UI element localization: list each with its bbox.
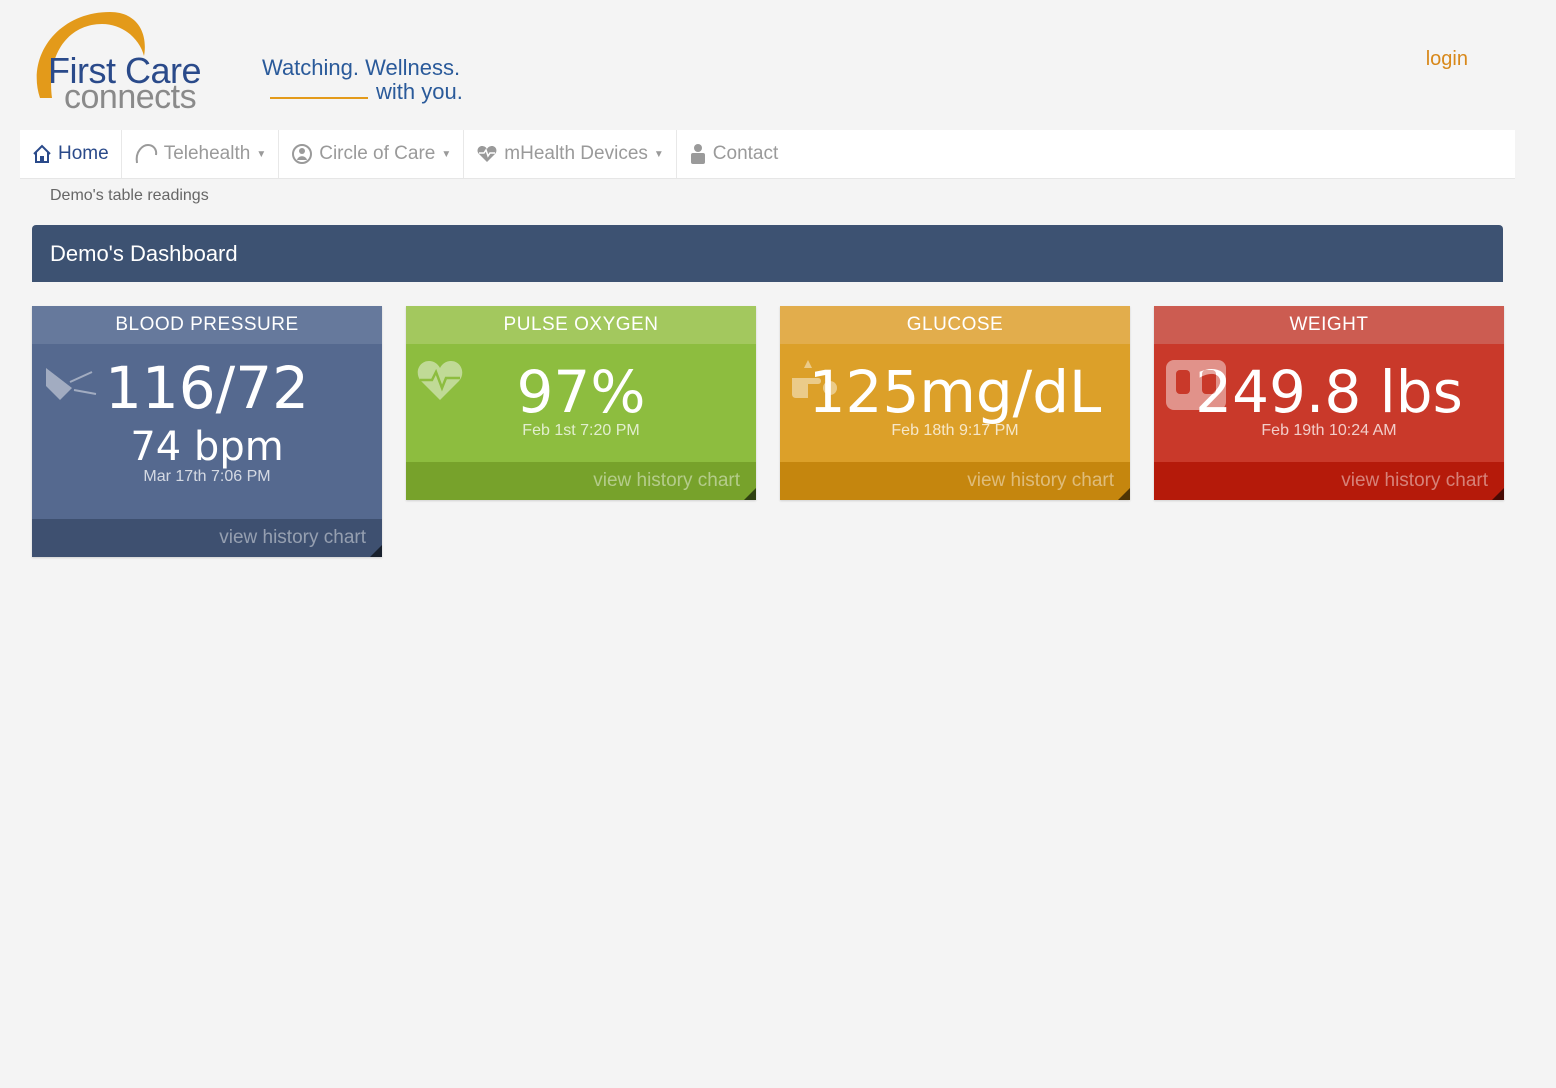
glucose-card: GLUCOSE 125mg/dL Feb 18th 9:17 PM view h… — [780, 306, 1130, 500]
heart-device-icon — [476, 144, 498, 164]
blood-pressure-cuff-icon — [42, 358, 98, 413]
tagline-underline — [270, 97, 368, 99]
nav-item-label: Home — [58, 143, 109, 164]
contact-icon — [689, 143, 707, 165]
finger-drop-icon — [790, 358, 842, 409]
card-title: GLUCOSE — [780, 306, 1130, 344]
card-body: 97% Feb 1st 7:20 PM — [406, 344, 756, 462]
corner-fold — [370, 545, 382, 557]
breadcrumb[interactable]: Demo's table readings — [50, 187, 209, 205]
scale-icon — [1164, 358, 1228, 417]
nav-item-label: Telehealth — [163, 143, 251, 164]
corner-fold — [1118, 488, 1130, 500]
view-history-chart-link[interactable]: view history chart — [32, 519, 382, 557]
home-icon — [32, 144, 52, 164]
tagline-line2: with you. — [376, 79, 463, 104]
nav-item-label: Contact — [712, 143, 779, 164]
card-body: 125mg/dL Feb 18th 9:17 PM — [780, 344, 1130, 462]
link-label: view history chart — [593, 470, 740, 491]
chevron-down-icon: ▼ — [441, 148, 452, 160]
nav-item-label: mHealth Devices — [504, 143, 648, 164]
card-title: WEIGHT — [1154, 306, 1504, 344]
weight-card: WEIGHT 249.8 lbs Feb 19th 10:24 AM view … — [1154, 306, 1504, 500]
reading-timestamp: Feb 1st 7:20 PM — [522, 422, 640, 439]
chevron-down-icon: ▼ — [653, 148, 664, 160]
link-label: view history chart — [219, 527, 366, 548]
pulse-oxygen-card: PULSE OXYGEN 97% Feb 1st 7:20 PM view hi… — [406, 306, 756, 500]
telehealth-icon — [134, 143, 158, 165]
dashboard-title: Demo's Dashboard — [32, 225, 1503, 282]
view-history-chart-link[interactable]: view history chart — [780, 462, 1130, 500]
card-title: PULSE OXYGEN — [406, 306, 756, 344]
corner-fold — [744, 488, 756, 500]
view-history-chart-link[interactable]: view history chart — [1154, 462, 1504, 500]
card-title: BLOOD PRESSURE — [32, 306, 382, 344]
nav-item-home[interactable]: Home — [20, 130, 122, 178]
chevron-down-icon: ▼ — [256, 148, 267, 160]
logo[interactable]: First Care connects — [28, 6, 228, 116]
nav-item-label: Circle of Care — [319, 143, 436, 164]
login-link[interactable]: login — [1426, 48, 1468, 71]
circle-of-care-icon — [291, 143, 313, 165]
tagline-line1: Watching. Wellness. — [262, 55, 461, 80]
main-nav: Home Telehealth ▼ Circle of Care ▼ mHeal… — [20, 130, 1515, 179]
reading-timestamp: Mar 17th 7:06 PM — [143, 468, 271, 485]
tagline: Watching. Wellness. with you. — [262, 56, 463, 104]
view-history-chart-link[interactable]: view history chart — [406, 462, 756, 500]
link-label: view history chart — [1341, 470, 1488, 491]
nav-item-telehealth[interactable]: Telehealth ▼ — [122, 130, 280, 178]
logo-text-line2: connects — [64, 78, 197, 116]
blood-pressure-card: BLOOD PRESSURE 116/72 74 bpm Mar 17th 7:… — [32, 306, 382, 557]
link-label: view history chart — [967, 470, 1114, 491]
nav-item-contact[interactable]: Contact — [677, 130, 790, 178]
pulse-value: 74 bpm — [130, 424, 284, 470]
nav-item-mhealth-devices[interactable]: mHealth Devices ▼ — [464, 130, 677, 178]
card-body: 116/72 74 bpm Mar 17th 7:06 PM — [32, 344, 382, 519]
heart-pulse-icon — [416, 358, 464, 407]
card-body: 249.8 lbs Feb 19th 10:24 AM — [1154, 344, 1504, 462]
corner-fold — [1492, 488, 1504, 500]
nav-item-circle-of-care[interactable]: Circle of Care ▼ — [279, 130, 465, 178]
